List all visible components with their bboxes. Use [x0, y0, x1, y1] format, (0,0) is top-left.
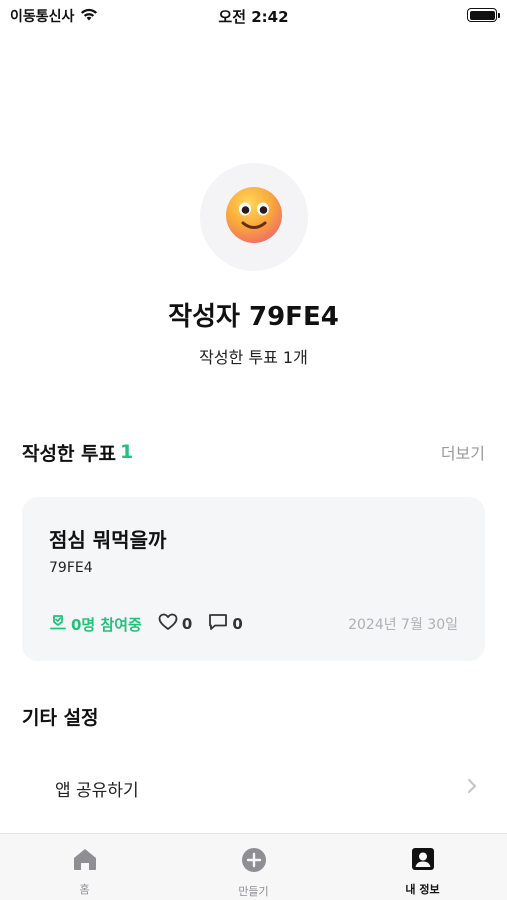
battery-icon — [467, 8, 500, 22]
tab-home[interactable]: 홈 — [0, 834, 169, 900]
tab-create-label: 만들기 — [238, 885, 269, 898]
polls-section-header: 작성한 투표 1 더보기 — [22, 438, 485, 466]
person-square-icon — [411, 847, 435, 875]
settings-item-share-app[interactable]: 앱 공유하기 — [22, 766, 485, 810]
comment-icon — [208, 613, 228, 635]
heart-icon — [158, 613, 178, 635]
poll-card[interactable]: 점심 뭐먹을까 79FE4 0명 참여중 0 0 2024년 7월 30일 — [22, 497, 485, 661]
participants-count: 0명 참여중 — [49, 613, 142, 635]
polls-count-badge: 1 — [120, 441, 134, 463]
settings-item-label: 앱 공유하기 — [55, 780, 139, 801]
smiling-face-icon — [224, 185, 284, 249]
battery-fill — [469, 10, 495, 20]
polls-section-label: 작성한 투표 — [22, 442, 117, 465]
profile-poll-count: 작성한 투표 1개 — [199, 348, 308, 367]
status-time: 오전 2:42 — [218, 8, 289, 26]
poll-author: 79FE4 — [49, 560, 93, 576]
poll-meta: 0명 참여중 0 0 2024년 7월 30일 — [49, 613, 458, 635]
home-icon — [72, 847, 98, 875]
poll-date: 2024년 7월 30일 — [348, 617, 458, 633]
chevron-right-icon — [467, 778, 477, 798]
tab-my-info[interactable]: 내 정보 — [338, 834, 507, 900]
like-count[interactable]: 0 — [158, 613, 192, 635]
more-button[interactable]: 더보기 — [441, 440, 485, 464]
tab-my-info-label: 내 정보 — [405, 883, 440, 896]
settings-section-title: 기타 설정 — [22, 707, 99, 729]
tab-bar: 홈 만들기 내 정보 — [0, 833, 507, 900]
polls-section-title: 작성한 투표 1 — [22, 439, 133, 466]
tab-create[interactable]: 만들기 — [169, 834, 338, 900]
status-bar: 이동통신사 오전 2:42 — [0, 0, 507, 32]
comment-count-value: 0 — [232, 615, 243, 633]
avatar — [200, 163, 308, 271]
profile-name: 작성자 79FE4 — [168, 302, 339, 332]
participants-icon — [49, 613, 67, 635]
comment-count[interactable]: 0 — [208, 613, 243, 635]
poll-title: 점심 뭐먹을까 — [49, 528, 167, 552]
participants-label: 0명 참여중 — [71, 615, 142, 634]
like-count-value: 0 — [181, 615, 193, 633]
plus-circle-icon — [241, 847, 267, 877]
tab-home-label: 홈 — [79, 883, 90, 896]
